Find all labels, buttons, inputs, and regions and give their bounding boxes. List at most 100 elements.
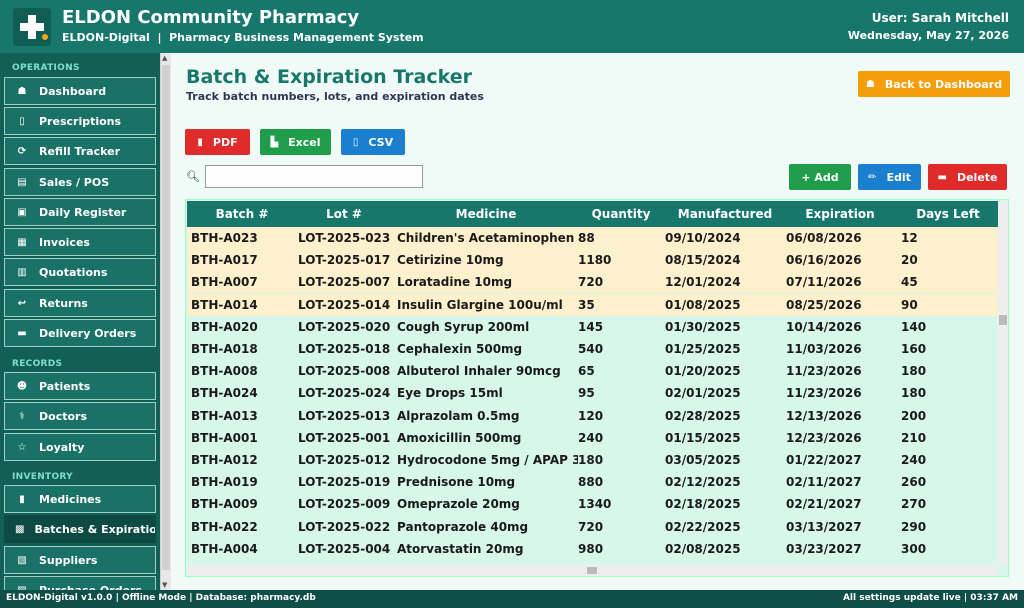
edit-button[interactable]: ✏ Edit xyxy=(858,164,921,190)
table-cell: Cephalexin 500mg xyxy=(397,342,523,356)
sidebar-scrollbar[interactable]: ▲ ▼ xyxy=(160,53,171,590)
sidebar-item-label: Returns xyxy=(39,296,88,310)
sidebar-item-medicines[interactable]: ▮ Medicines xyxy=(4,485,156,513)
table-row[interactable]: BTH-A012 LOT-2025-012 Hydrocodone 5mg / AP… xyxy=(187,449,998,471)
add-button[interactable]: + Add xyxy=(789,164,851,190)
table-cell: LOT-2025-012 xyxy=(298,453,391,467)
table-horizontal-scrollbar[interactable] xyxy=(187,565,998,576)
scroll-up-icon[interactable]: ▲ xyxy=(162,54,167,62)
sidebar-scroll-thumb[interactable] xyxy=(162,65,170,570)
table-cell: 02/28/2025 xyxy=(665,408,741,423)
column-header[interactable]: Days Left xyxy=(888,201,1008,227)
table-cell: 200 xyxy=(901,408,927,423)
table-cell: 980 xyxy=(578,541,604,556)
table-row[interactable]: BTH-A001 LOT-2025-001 Amoxicillin 500mg 240… xyxy=(187,426,998,449)
sidebar-item-daily-register[interactable]: ▣ Daily Register xyxy=(4,198,156,226)
sidebar-item-label: Sales / POS xyxy=(39,175,110,189)
table-vertical-scrollbar[interactable] xyxy=(998,201,1008,565)
sidebar-item-prescriptions[interactable]: ▯ Prescriptions xyxy=(4,107,156,135)
table-cell: 260 xyxy=(901,475,927,490)
sidebar-item-doctors[interactable]: ⚕ Doctors xyxy=(4,402,156,430)
table-cell: 1340 xyxy=(578,497,612,512)
table-hscroll-thumb[interactable] xyxy=(587,567,597,574)
column-header[interactable]: Lot # xyxy=(284,201,404,227)
delete-button[interactable]: ▬ Delete xyxy=(928,164,1007,190)
table-row[interactable]: BTH-A017 LOT-2025-017 Cetirizine 10mg 1180 0… xyxy=(187,249,998,272)
table-cell: Amoxicillin 500mg xyxy=(397,430,522,445)
export-pdf-button[interactable]: ▮ PDF xyxy=(185,129,250,155)
table-cell: 02/18/2025 xyxy=(665,497,741,512)
sidebar-item-purchase-orders[interactable]: ▨ Purchase Orders xyxy=(4,576,156,590)
sidebar-item-label: Prescriptions xyxy=(39,114,122,128)
current-date: Wednesday, May 27, 2026 xyxy=(847,29,1009,42)
table-row[interactable]: BTH-A014 LOT-2025-014 Insulin Glargine 100… xyxy=(187,293,998,316)
search-input[interactable] xyxy=(205,165,423,188)
table-cell: 720 xyxy=(578,519,604,534)
table-cell: Alprazolam 0.5mg xyxy=(397,408,520,423)
sidebar-item-label: Loyalty xyxy=(39,440,85,454)
table-cell: 02/22/2025 xyxy=(665,519,741,534)
export-csv-button[interactable]: ▯ CSV xyxy=(341,129,405,155)
table-cell: 03/23/2027 xyxy=(786,541,862,556)
brand-name: ELDON-Digital xyxy=(62,31,150,44)
column-header[interactable]: Quantity xyxy=(561,201,681,227)
table-cell: 06/16/2026 xyxy=(786,253,862,268)
table-cell: Atorvastatin 20mg xyxy=(397,541,524,556)
table-row[interactable]: BTH-A024 LOT-2025-024 Eye Drops 15ml 95 02/0… xyxy=(187,382,998,405)
table-cell: 90 xyxy=(901,297,918,312)
clipboard-icon: ▯ xyxy=(19,115,25,127)
column-header[interactable]: Expiration xyxy=(780,201,900,227)
column-header[interactable]: Manufactured xyxy=(665,201,785,227)
sidebar-item-suppliers[interactable]: ▧ Suppliers xyxy=(4,546,156,574)
column-header[interactable]: Medicine xyxy=(426,201,546,227)
table-cell: 880 xyxy=(578,475,604,490)
sidebar-item-returns[interactable]: ↩ Returns xyxy=(4,289,156,317)
sidebar-item-dashboard[interactable]: ☗ Dashboard xyxy=(4,77,156,105)
sidebar-item-patients[interactable]: ☻ Patients xyxy=(4,372,156,400)
table-cell: LOT-2025-024 xyxy=(298,386,391,401)
sidebar: OPERATIONS RECORDS INVENTORY ☗ Dashboard ▯… xyxy=(0,53,160,590)
table-row[interactable]: BTH-A020 LOT-2025-020 Cough Syrup 200ml 145… xyxy=(187,315,998,338)
table-cell: 95 xyxy=(578,386,595,401)
home-icon: ☗ xyxy=(17,85,27,97)
sidebar-item-delivery-orders[interactable]: ▬ Delivery Orders xyxy=(4,319,156,347)
table-header: Batch # Lot # Medicine Quantity Manufactured… xyxy=(187,201,998,227)
table-cell: 300 xyxy=(901,541,927,556)
table-row[interactable]: BTH-A004 LOT-2025-004 Atorvastatin 20mg 980… xyxy=(187,537,998,560)
table-cell: 540 xyxy=(578,342,604,356)
sidebar-item-refill-tracker[interactable]: ⟳ Refill Tracker xyxy=(4,137,156,165)
table-cell: 290 xyxy=(901,519,927,534)
table-row[interactable]: BTH-A023 LOT-2025-023 Children's Acetamino… xyxy=(187,227,998,249)
sidebar-item-invoices[interactable]: ▦ Invoices xyxy=(4,228,156,256)
table-row[interactable]: BTH-A008 LOT-2025-008 Albuterol Inhaler 90… xyxy=(187,360,998,383)
table-row[interactable]: BTH-A018 LOT-2025-018 Cephalexin 500mg 540 0… xyxy=(187,338,998,360)
table-cell: 240 xyxy=(901,453,927,467)
sidebar-item-quotations[interactable]: ▥ Quotations xyxy=(4,258,156,286)
sidebar-item-loyalty[interactable]: ☆ Loyalty xyxy=(4,433,156,461)
table-row[interactable]: BTH-A013 LOT-2025-013 Alprazolam 0.5mg 120 0… xyxy=(187,404,998,427)
sidebar-item-label: Quotations xyxy=(39,265,108,279)
back-to-dashboard-button[interactable]: ☗ Back to Dashboard xyxy=(858,71,1010,97)
table-cell: 180 xyxy=(901,364,927,379)
table-row[interactable]: BTH-A007 LOT-2025-007 Loratadine 10mg 720 12… xyxy=(187,271,998,294)
sidebar-item-batches-expiration[interactable]: ▩ Batches & Expiration xyxy=(4,515,156,543)
app-subtitle: ELDON-Digital | Pharmacy Business Manage… xyxy=(62,31,424,44)
table-cell: 45 xyxy=(901,275,918,290)
sidebar-item-label: Patients xyxy=(39,379,91,393)
table-row[interactable]: BTH-A019 LOT-2025-019 Prednisone 10mg 880 02… xyxy=(187,471,998,494)
table-cell: 1180 xyxy=(578,253,612,268)
table-row[interactable]: BTH-A009 LOT-2025-009 Omeprazole 20mg 1340 0… xyxy=(187,493,998,516)
table-row[interactable]: BTH-A022 LOT-2025-022 Pantoprazole 40mg 720… xyxy=(187,515,998,538)
table-cell: 12/13/2026 xyxy=(786,408,862,423)
return-icon: ↩ xyxy=(17,297,27,309)
export-excel-button[interactable]: ▙ Excel xyxy=(260,129,331,155)
search-icon: 🔍︎ xyxy=(186,170,200,183)
sidebar-item-label: Batches & Expiration xyxy=(34,522,156,536)
status-left: ELDON-Digital v1.0.0 | Offline Mode | Da… xyxy=(6,593,316,603)
sidebar-item-sales-pos[interactable]: ▤ Sales / POS xyxy=(4,168,156,196)
table-vscroll-thumb[interactable] xyxy=(999,315,1007,325)
section-inventory: INVENTORY xyxy=(12,472,73,482)
table-cell: LOT-2025-017 xyxy=(298,253,391,268)
section-records: RECORDS xyxy=(12,359,63,369)
scroll-down-icon[interactable]: ▼ xyxy=(162,581,167,589)
